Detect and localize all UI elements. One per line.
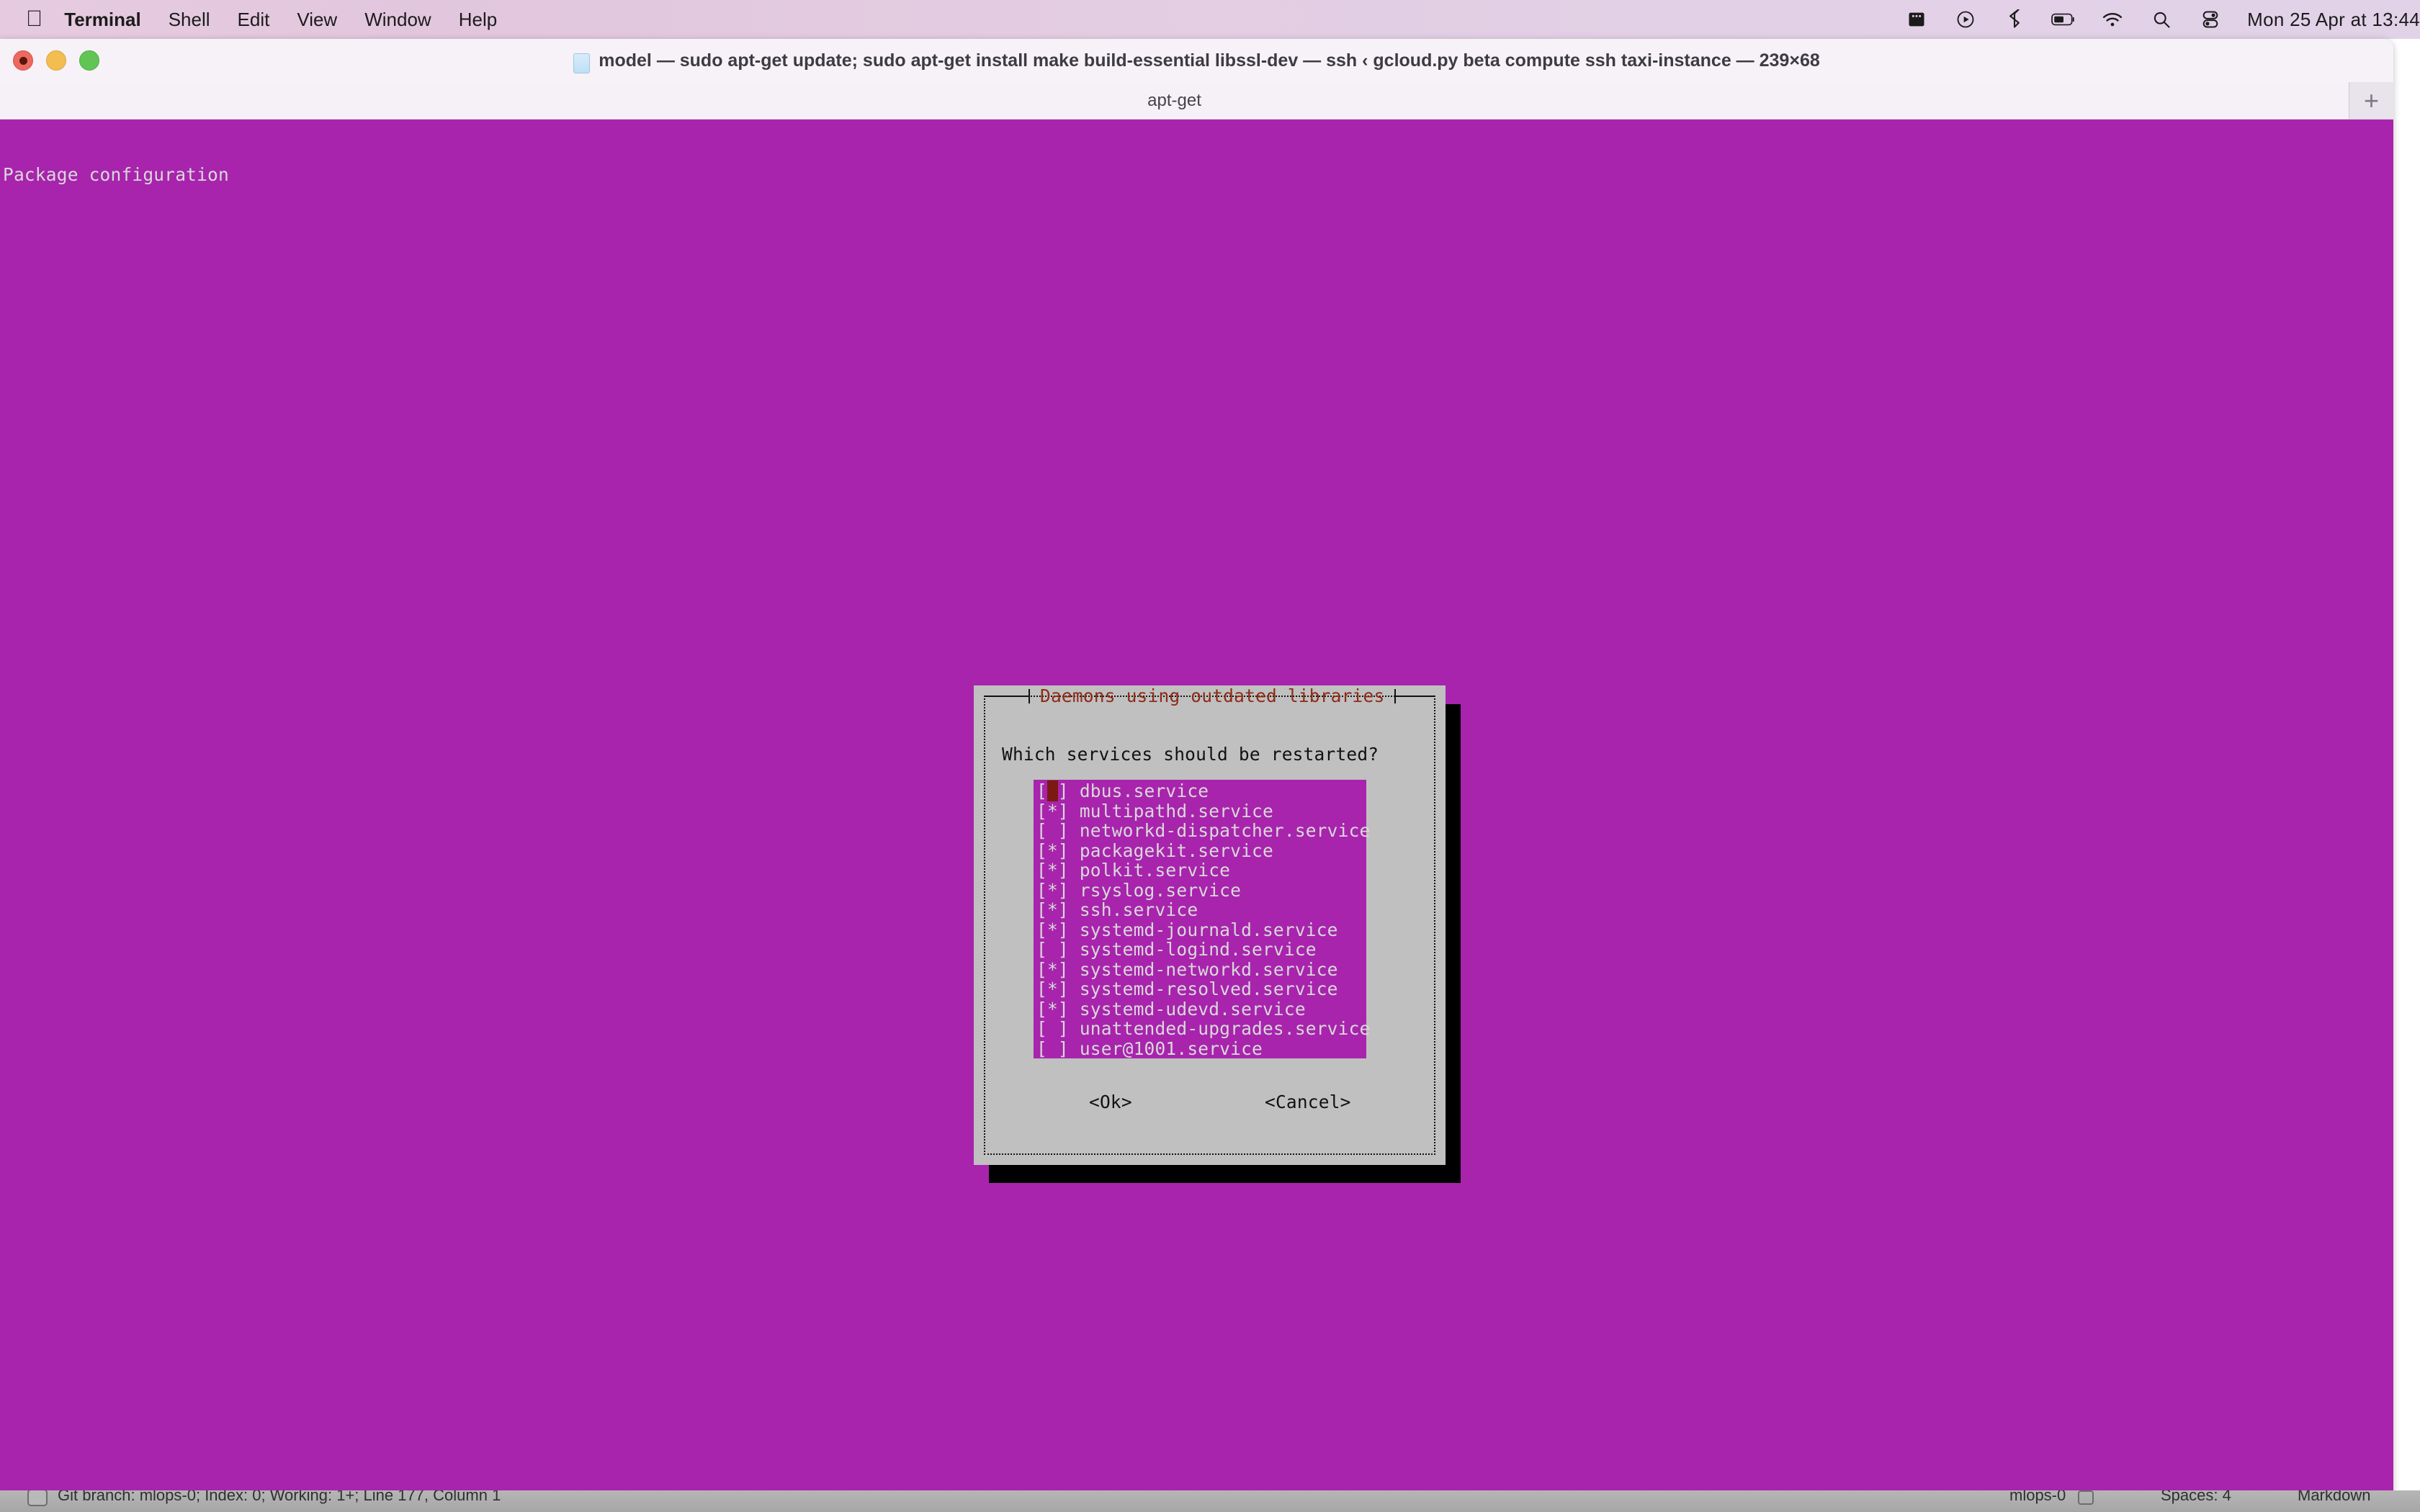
service-name: user@1001.service (1079, 1038, 1263, 1059)
list-item[interactable]: [*] systemd-resolved.service (1034, 979, 1366, 999)
checkbox-icon[interactable] (27, 1490, 48, 1506)
service-name: polkit.service (1079, 860, 1231, 881)
list-item[interactable]: [ ] networkd-dispatcher.service (1034, 820, 1370, 841)
tab-label: apt-get (1147, 90, 1201, 110)
apple-menu-icon[interactable]:  (26, 7, 42, 30)
plus-icon: + (2363, 85, 2380, 115)
git-branch-indicator[interactable]: mlops-0 (2009, 1490, 2066, 1505)
window-title-text: model — sudo apt-get update; sudo apt-ge… (599, 50, 1820, 71)
dialog-title: Daemons using outdated libraries (1040, 685, 1385, 707)
menu-bar-clock[interactable]: Mon 25 Apr at 13:44 (2247, 9, 2420, 31)
window-title-bar[interactable]: model — sudo apt-get update; sudo apt-ge… (0, 39, 2393, 82)
window-title: model — sudo apt-get update; sudo apt-ge… (0, 39, 2393, 82)
dialog-button-row: <Ok> <Cancel> (974, 1092, 1446, 1117)
list-item[interactable]: [*] packagekit.service (1034, 840, 1366, 861)
list-item[interactable]: [*] ssh.service (1034, 900, 1366, 920)
whiptail-dialog: Daemons using outdated libraries Which s… (974, 685, 1446, 1165)
list-item[interactable]: [ ] dbus.service (1034, 780, 1366, 801)
checkbox[interactable]: [*] (1036, 978, 1069, 999)
branch-badge-icon (2078, 1490, 2094, 1505)
checkbox[interactable]: [ ] (1036, 939, 1069, 960)
battery-icon[interactable] (2051, 7, 2076, 32)
tab-bar: apt-get + (0, 82, 2393, 120)
checkbox-open: [ (1036, 780, 1047, 801)
list-item[interactable]: [ ] systemd-logind.service (1034, 940, 1366, 960)
service-name: systemd-networkd.service (1079, 958, 1338, 980)
dialog-title-bar: Daemons using outdated libraries (984, 685, 1435, 707)
checkbox[interactable]: [*] (1036, 919, 1069, 940)
checkbox[interactable]: [*] (1036, 880, 1069, 901)
menu-item-window[interactable]: Window (364, 9, 431, 31)
checkbox[interactable]: [*] (1036, 899, 1069, 920)
service-name: packagekit.service (1079, 840, 1273, 861)
service-name: rsyslog.service (1079, 879, 1242, 901)
checkbox-close: ] (1057, 780, 1080, 801)
checkbox[interactable]: [*] (1036, 860, 1069, 881)
list-item[interactable]: [*] multipathd.service (1034, 801, 1366, 822)
background-editor-status-bar: Git branch: mlops-0; Index: 0; Working: … (0, 1490, 2420, 1512)
list-item[interactable]: [*] systemd-udevd.service (1034, 999, 1366, 1020)
service-name: ssh.service (1079, 899, 1198, 920)
service-name: unattended-upgrades.service (1079, 1018, 1371, 1039)
checkbox[interactable]: [*] (1036, 959, 1069, 980)
list-item[interactable]: [*] polkit.service (1034, 860, 1366, 881)
checkbox[interactable]: [ ] (1036, 1018, 1069, 1039)
checkbox[interactable]: [*] (1036, 999, 1069, 1020)
checkbox-cursor[interactable] (1047, 780, 1058, 801)
document-icon (573, 53, 591, 73)
dialog-title-rule-left (984, 696, 1028, 697)
checkbox[interactable]: [*] (1036, 801, 1069, 822)
macos-menu-bar:  Terminal Shell Edit View Window Help M… (0, 0, 2420, 39)
ok-button[interactable]: <Ok> (1089, 1092, 1132, 1112)
dialog-prompt: Which services should be restarted? (1002, 744, 1379, 765)
service-name: systemd-logind.service (1079, 939, 1317, 960)
dialog-title-rule-right (1396, 696, 1435, 697)
list-item[interactable]: [ ] unattended-upgrades.service (1034, 1018, 1370, 1039)
cancel-button[interactable]: <Cancel> (1265, 1092, 1351, 1112)
checkbox[interactable]: [*] (1036, 840, 1069, 861)
terminal-window: model — sudo apt-get update; sudo apt-ge… (0, 39, 2393, 1492)
service-name: systemd-journald.service (1079, 919, 1338, 940)
service-checklist[interactable]: [ ] dbus.service [*] multipathd.service … (1034, 780, 1370, 1059)
language-mode-indicator[interactable]: Markdown (2298, 1490, 2370, 1505)
menu-item-view[interactable]: View (297, 9, 337, 31)
indentation-indicator[interactable]: Spaces: 4 (2161, 1490, 2231, 1505)
new-tab-button[interactable]: + (2349, 82, 2393, 119)
tab-apt-get[interactable]: apt-get (0, 82, 2349, 119)
service-name: multipathd.service (1079, 800, 1273, 822)
wifi-icon[interactable] (2100, 7, 2125, 32)
now-playing-icon[interactable] (1953, 7, 1978, 32)
checkbox[interactable]: [ ] (1036, 1038, 1069, 1059)
service-name: dbus.service (1079, 780, 1209, 801)
menu-item-help[interactable]: Help (459, 9, 497, 31)
bluetooth-icon[interactable] (2002, 7, 2027, 32)
menu-item-terminal[interactable]: Terminal (64, 9, 140, 31)
service-name: networkd-dispatcher.service (1079, 820, 1371, 841)
list-item[interactable]: [*] systemd-networkd.service (1034, 958, 1366, 980)
checkbox[interactable]: [ ] (1036, 820, 1069, 841)
screen-recording-icon[interactable] (1904, 7, 1929, 32)
list-item[interactable]: [*] rsyslog.service (1034, 879, 1366, 901)
terminal-screen[interactable]: Package configuration Daemons using outd… (0, 120, 2393, 1492)
service-name: systemd-resolved.service (1079, 978, 1338, 999)
package-configuration-header: Package configuration (3, 164, 229, 185)
menu-item-shell[interactable]: Shell (169, 9, 210, 31)
list-item[interactable]: [*] systemd-journald.service (1034, 919, 1366, 940)
spotlight-search-icon[interactable] (2149, 7, 2174, 32)
service-name: systemd-udevd.service (1079, 998, 1306, 1020)
git-status-text: Git branch: mlops-0; Index: 0; Working: … (58, 1490, 501, 1504)
list-item[interactable]: [ ] user@1001.service (1034, 1038, 1366, 1059)
menu-item-edit[interactable]: Edit (238, 9, 270, 31)
menu-bar-tray (1904, 7, 2223, 32)
control-center-icon[interactable] (2198, 7, 2223, 32)
